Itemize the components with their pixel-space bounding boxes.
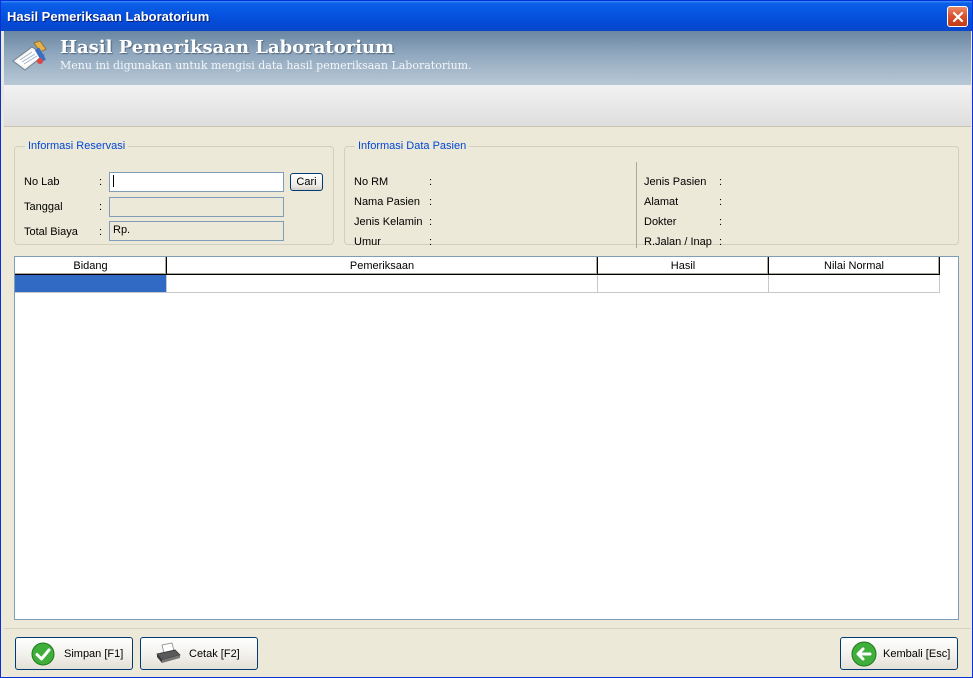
page-subtitle: Menu ini digunakan untuk mengisi data ha… — [60, 59, 472, 72]
vertical-divider — [636, 162, 637, 248]
reservasi-legend: Informasi Reservasi — [28, 140, 126, 152]
colon: : — [719, 236, 723, 248]
colon: : — [719, 176, 723, 188]
tanggal-field — [109, 197, 284, 217]
total-biaya-field: Rp. — [109, 221, 284, 241]
rawat-label: R.Jalan / Inap — [644, 236, 712, 248]
tanggal-label: Tanggal — [24, 201, 63, 213]
grid-header: Bidang Pemeriksaan Hasil Nilai Normal — [15, 257, 940, 275]
cetak-label: Cetak [F2] — [189, 647, 240, 660]
total-biaya-label: Total Biaya — [24, 226, 78, 238]
colon: : — [719, 196, 723, 208]
nama-pasien-label: Nama Pasien — [354, 196, 421, 208]
column-header-bidang[interactable]: Bidang — [15, 257, 167, 275]
close-icon — [952, 11, 963, 22]
colon: : — [99, 226, 103, 238]
alamat-label: Alamat — [644, 196, 679, 208]
cari-button[interactable]: Cari — [290, 173, 323, 191]
back-arrow-icon — [851, 641, 877, 667]
kembali-label: Kembali [Esc] — [883, 647, 951, 660]
colon: : — [429, 216, 433, 228]
colon: : — [719, 216, 723, 228]
hasil-grid[interactable]: Bidang Pemeriksaan Hasil Nilai Normal — [14, 256, 959, 620]
cell-bidang[interactable] — [15, 275, 167, 293]
simpan-label: Simpan [F1] — [64, 647, 124, 660]
cell-nilai-normal[interactable] — [769, 275, 940, 293]
pasien-group: Informasi Data Pasien No RM : Nama Pasie… — [344, 140, 959, 248]
colon: : — [99, 201, 103, 213]
printer-icon — [155, 641, 181, 667]
header-banner: Hasil Pemeriksaan Laboratorium Menu ini … — [4, 31, 971, 85]
lab-form-icon — [12, 40, 47, 71]
colon: : — [429, 196, 433, 208]
close-button[interactable] — [947, 6, 968, 27]
cetak-button[interactable]: Cetak [F2] — [140, 637, 258, 670]
column-header-pemeriksaan[interactable]: Pemeriksaan — [167, 257, 598, 275]
simpan-button[interactable]: Simpan [F1] — [15, 637, 133, 670]
checkmark-icon — [30, 641, 56, 667]
umur-label: Umur — [354, 236, 381, 248]
no-lab-label: No Lab — [24, 176, 60, 188]
toolbar-strip — [4, 85, 971, 127]
no-lab-input[interactable] — [109, 172, 284, 192]
page-title: Hasil Pemeriksaan Laboratorium — [60, 37, 395, 58]
window-title: Hasil Pemeriksaan Laboratorium — [7, 9, 210, 24]
table-row[interactable] — [15, 275, 940, 293]
colon: : — [99, 176, 103, 188]
column-header-hasil[interactable]: Hasil — [598, 257, 769, 275]
no-rm-label: No RM — [354, 176, 389, 188]
colon: : — [429, 236, 433, 248]
main-window: Hasil Pemeriksaan Laboratorium Hasil Pem… — [0, 0, 973, 678]
text-caret — [113, 175, 114, 188]
dokter-label: Dokter — [644, 216, 677, 228]
colon: : — [429, 176, 433, 188]
cell-hasil[interactable] — [598, 275, 769, 293]
cell-pemeriksaan[interactable] — [167, 275, 598, 293]
kembali-button[interactable]: Kembali [Esc] — [840, 637, 958, 670]
title-bar[interactable]: Hasil Pemeriksaan Laboratorium — [1, 1, 972, 31]
jenis-kelamin-label: Jenis Kelamin — [354, 216, 423, 228]
reservasi-group: Informasi Reservasi No Lab : Cari Tangga… — [14, 140, 334, 245]
jenis-pasien-label: Jenis Pasien — [644, 176, 707, 188]
column-header-nilai-normal[interactable]: Nilai Normal — [769, 257, 940, 275]
pasien-legend: Informasi Data Pasien — [358, 140, 467, 152]
